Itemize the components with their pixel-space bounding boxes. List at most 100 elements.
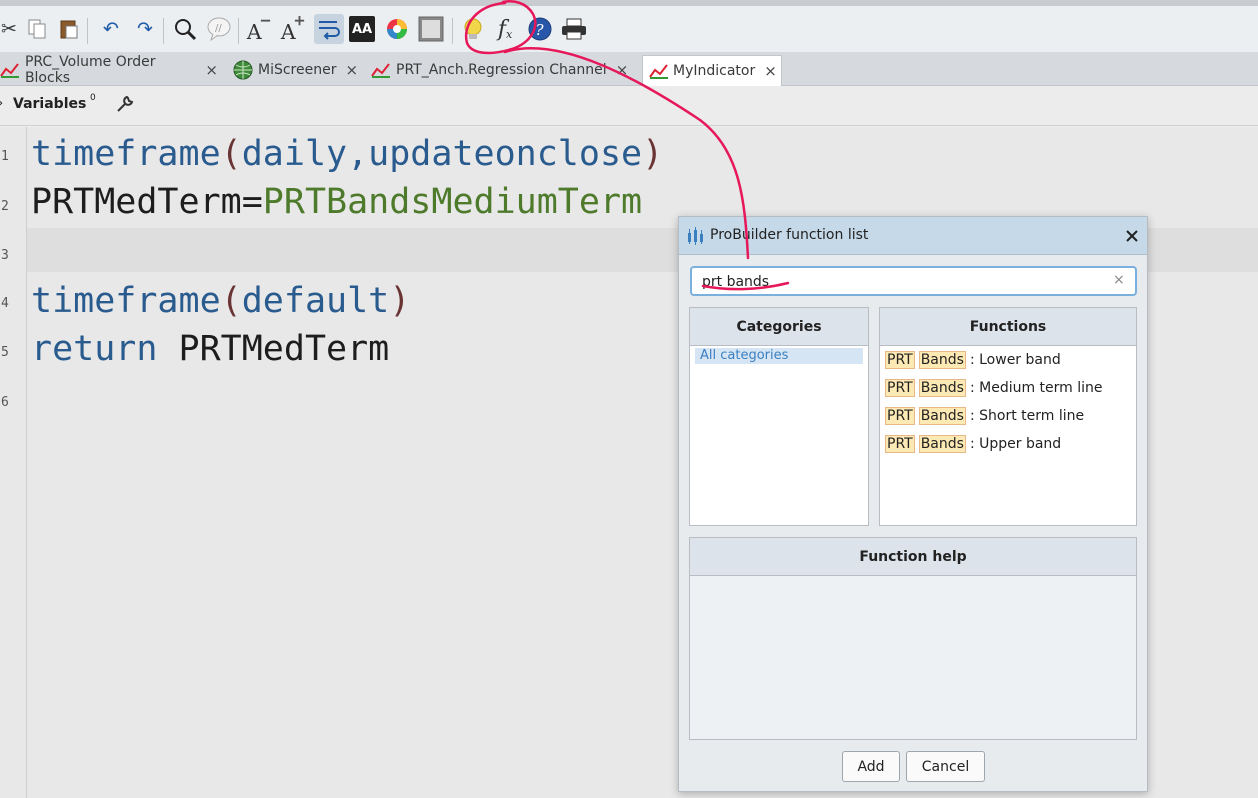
toolbar-separator: [163, 18, 164, 44]
code-paren: ): [389, 281, 411, 321]
svg-text:A: A: [246, 20, 262, 42]
code-argument: daily,updateonclose: [241, 134, 643, 174]
add-button[interactable]: Add: [842, 751, 900, 782]
toolbar: ✂ ↶ ↷ // A A AA fx ?: [0, 0, 1258, 52]
tab-myindicator[interactable]: MyIndicator ×: [642, 55, 782, 86]
bulb-icon[interactable]: [460, 16, 486, 42]
code-line-5: return PRTMedTerm: [31, 327, 389, 371]
color-wheel-icon[interactable]: [384, 16, 410, 42]
cancel-button[interactable]: Cancel: [906, 751, 985, 782]
increase-font-icon[interactable]: A: [280, 16, 306, 42]
text-style-icon[interactable]: AA: [349, 16, 375, 42]
function-help-panel: Function help: [689, 537, 1137, 740]
tab-miscreener[interactable]: MiScreener ×: [226, 55, 366, 85]
code-identifier: PRTMedTerm: [157, 329, 390, 369]
search-icon[interactable]: [172, 16, 198, 42]
code-prt-constant: PRTBandsMediumTerm: [262, 182, 643, 222]
tab-bar: PRC_Volume Order Blocks × MiScreener × P…: [0, 52, 1258, 86]
paste-icon[interactable]: [56, 16, 82, 42]
function-item-label: : Lower band: [969, 352, 1061, 368]
help-icon[interactable]: ?: [527, 16, 553, 42]
svg-text:A: A: [280, 20, 296, 42]
dialog-title: ProBuilder function list: [710, 227, 869, 243]
code-argument: default: [241, 281, 390, 321]
wrench-icon[interactable]: [116, 95, 134, 117]
function-help-header: Function help: [690, 538, 1136, 576]
search-match: PRT: [885, 407, 915, 425]
category-all[interactable]: All categories: [695, 348, 863, 364]
line-gutter: 1 2 3 4 5 6: [0, 127, 27, 798]
line-number: 5: [1, 345, 9, 360]
code-line-4: timeframe(default): [31, 279, 410, 323]
function-item[interactable]: PRT Bands: Short term line: [885, 406, 1084, 426]
word-wrap-icon[interactable]: [314, 14, 344, 44]
variables-bar: › Variables 0: [0, 86, 1258, 126]
function-icon[interactable]: fx: [492, 16, 518, 42]
functions-panel: Functions PRT Bands: Lower band PRT Bands:…: [879, 307, 1137, 526]
function-item-label: : Short term line: [969, 408, 1085, 424]
frame-icon[interactable]: [418, 16, 444, 42]
categories-header: Categories: [690, 308, 868, 346]
code-keyword: timeframe: [31, 134, 221, 174]
chart-indicator-icon: [649, 61, 669, 81]
code-line-1: timeframe(daily,updateonclose): [31, 132, 663, 176]
comment-icon[interactable]: //: [206, 16, 232, 42]
undo-icon[interactable]: ↶: [98, 16, 124, 42]
tab-close-icon[interactable]: ×: [616, 61, 629, 79]
search-match: PRT: [885, 351, 915, 369]
function-item[interactable]: PRT Bands: Lower band: [885, 350, 1061, 370]
decrease-font-icon[interactable]: A: [246, 16, 272, 42]
chart-indicator-icon: [370, 60, 392, 80]
redo-icon[interactable]: ↷: [132, 16, 158, 42]
function-item-label: : Medium term line: [969, 380, 1103, 396]
function-search-input[interactable]: [702, 272, 1102, 292]
search-match: PRT: [885, 435, 915, 453]
code-line-2: PRTMedTerm=PRTBandsMediumTerm: [31, 180, 642, 224]
functions-header: Functions: [880, 308, 1136, 346]
dialog-titlebar[interactable]: ProBuilder function list: [679, 217, 1147, 255]
code-identifier: PRTMedTerm=: [31, 182, 263, 222]
tab-label: PRC_Volume Order Blocks: [24, 54, 156, 86]
tab-close-icon[interactable]: ×: [345, 61, 358, 79]
search-match: Bands: [918, 407, 966, 425]
code-keyword: return: [31, 329, 158, 369]
function-item-label: : Upper band: [969, 436, 1062, 452]
code-paren: ): [642, 134, 664, 174]
line-number: 4: [1, 296, 9, 311]
cut-icon[interactable]: ✂: [0, 16, 22, 42]
line-number: 6: [1, 395, 9, 410]
code-keyword: timeframe: [31, 281, 221, 321]
copy-icon[interactable]: [24, 16, 50, 42]
tab-prt-anch-regression-channel[interactable]: PRT_Anch.Regression Channel ×: [364, 55, 642, 85]
print-icon[interactable]: [561, 16, 587, 42]
search-match: Bands: [918, 351, 966, 369]
screener-globe-icon: [232, 60, 254, 80]
line-number: 2: [1, 199, 9, 214]
toolbar-separator: [87, 18, 88, 44]
chart-indicator-icon: [0, 60, 21, 80]
line-number: 3: [1, 248, 9, 263]
clear-search-icon[interactable]: ×: [1113, 272, 1125, 288]
search-match: Bands: [918, 379, 966, 397]
svg-text:?: ?: [536, 21, 545, 39]
toolbar-separator: [452, 18, 453, 44]
function-item[interactable]: PRT Bands: Upper band: [885, 434, 1061, 454]
tab-label: MiScreener: [258, 62, 337, 78]
variables-label[interactable]: Variables: [13, 96, 86, 112]
tab-close-icon[interactable]: ×: [764, 62, 777, 80]
svg-text://: //: [215, 23, 222, 34]
probuilder-icon: [686, 227, 706, 249]
tab-close-icon[interactable]: ×: [205, 61, 218, 79]
tab-prc-volume-order-blocks[interactable]: PRC_Volume Order Blocks ×: [0, 54, 224, 86]
code-paren: (: [220, 134, 242, 174]
function-list-dialog: ProBuilder function list × Categories Al…: [678, 216, 1148, 792]
categories-panel: Categories All categories: [689, 307, 869, 526]
close-icon[interactable]: [1121, 225, 1143, 247]
function-item[interactable]: PRT Bands: Medium term line: [885, 378, 1103, 398]
expand-chevron-icon[interactable]: ›: [0, 96, 3, 111]
function-search-box: ×: [690, 266, 1137, 296]
tab-label: PRT_Anch.Regression Channel: [396, 62, 607, 78]
line-number: 1: [1, 149, 9, 164]
search-match: Bands: [918, 435, 966, 453]
toolbar-separator: [238, 18, 239, 44]
